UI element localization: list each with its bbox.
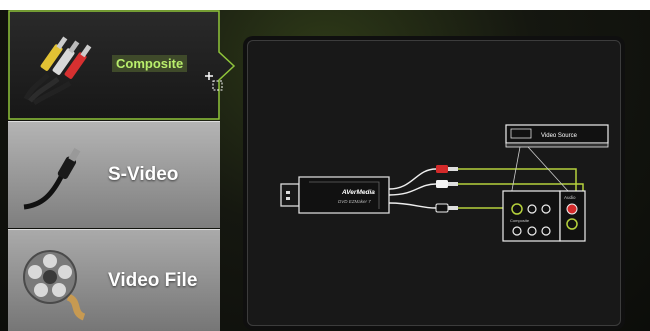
source-label-videofile: Video File (108, 269, 198, 291)
yellow-rca-connector (435, 203, 458, 213)
rca-plugs-icon (23, 36, 92, 105)
device-brand-text: AVerMedia (341, 189, 375, 196)
audio-jack-label: Audio (564, 195, 576, 200)
connection-diagram-panel: AVerMedia DVD EZMaker 7 Video Source Com… (247, 40, 621, 326)
move-cursor-icon (205, 72, 223, 91)
av-jack-panel: Composite Audio (502, 190, 586, 242)
source-sidebar: Composite S-Video Video File (8, 10, 236, 331)
device-model-text: DVD EZMaker 7 (338, 199, 371, 204)
red-rca-connector (436, 165, 458, 173)
source-tab-svideo[interactable]: S-Video (8, 121, 220, 228)
white-rca-connector (436, 180, 458, 188)
source-label-composite: Composite (112, 54, 188, 72)
composite-jack-label: Composite (510, 218, 530, 223)
film-reel-icon (23, 249, 86, 320)
video-source-device: Video Source (505, 124, 609, 148)
source-label-svideo: S-Video (108, 164, 179, 185)
source-tab-videofile[interactable]: Video File (8, 229, 220, 331)
audio-jack-red (566, 203, 578, 215)
usb-plug-icon (280, 183, 300, 207)
video-source-label: Video Source (541, 133, 578, 139)
capture-source-window: Composite S-Video Video File AVerMedia D… (0, 10, 650, 331)
source-tab-composite[interactable]: Composite (8, 10, 236, 120)
connection-diagram: AVerMedia DVD EZMaker 7 Video Source Com… (280, 124, 609, 242)
s-video-cable-icon (23, 147, 81, 210)
